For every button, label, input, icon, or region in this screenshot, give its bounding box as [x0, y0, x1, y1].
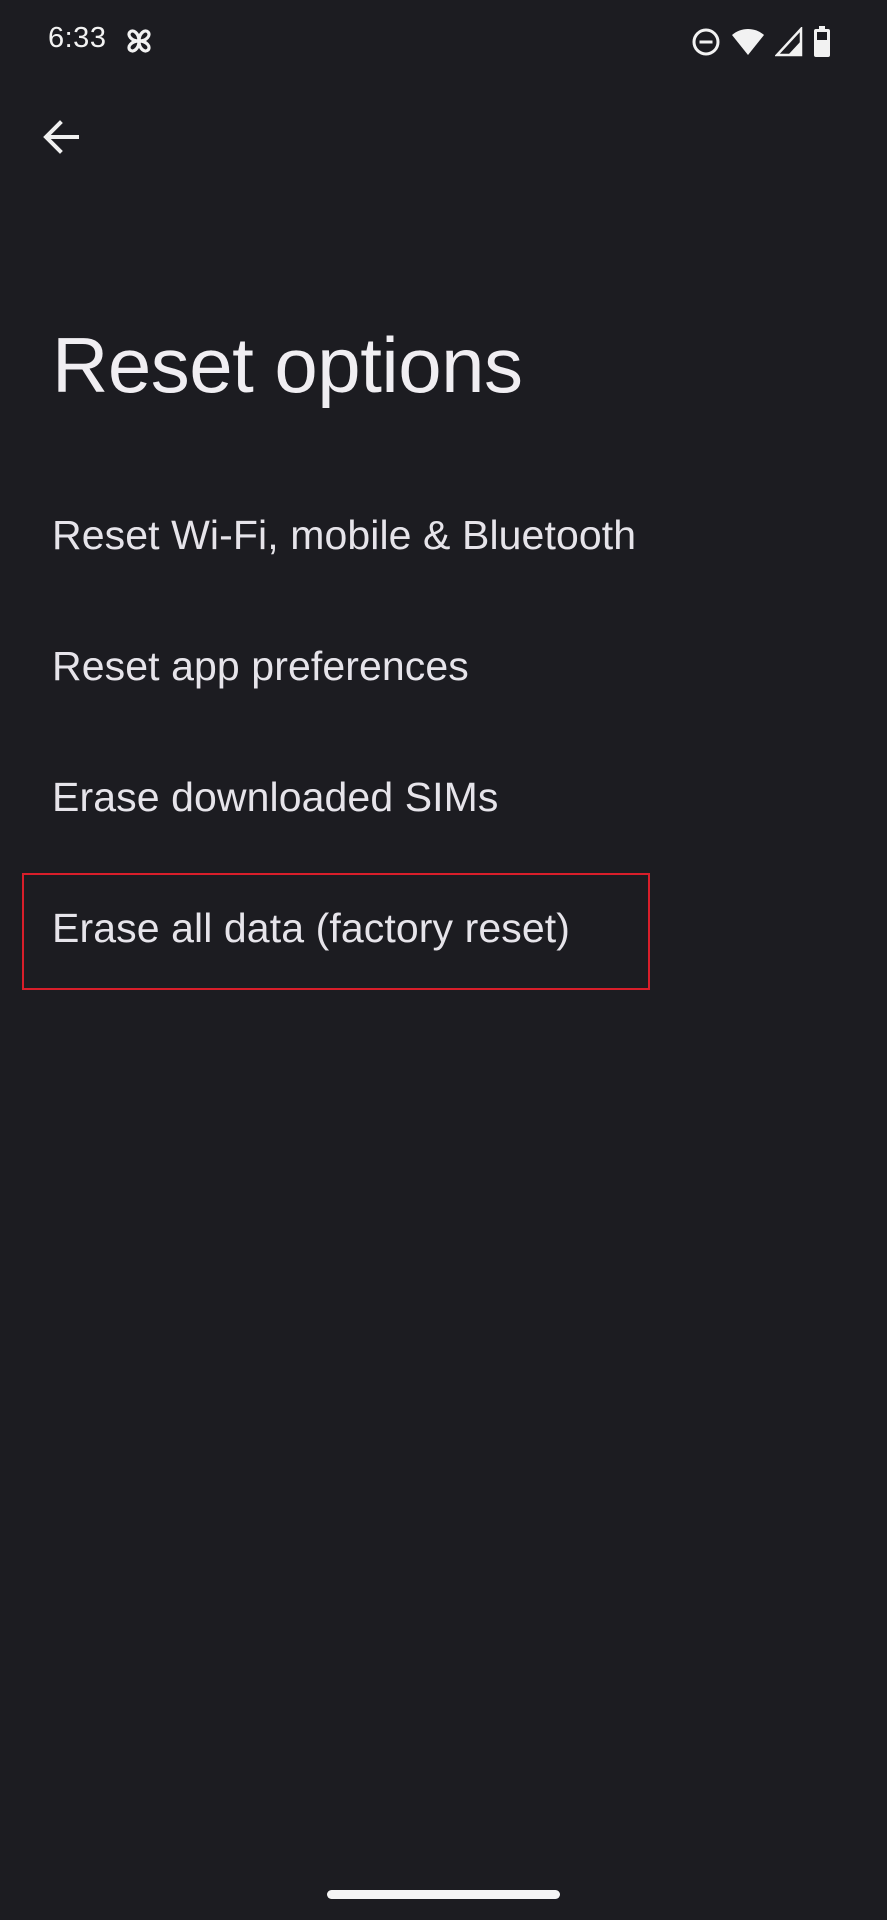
erase-downloaded-sims-option[interactable]: Erase downloaded SIMs: [0, 732, 887, 863]
pinwheel-icon: [122, 24, 156, 58]
option-label: Reset Wi-Fi, mobile & Bluetooth: [52, 512, 637, 558]
cellular-signal-icon: [775, 27, 803, 57]
status-time: 6:33: [48, 22, 107, 54]
wifi-icon: [731, 27, 765, 57]
option-label: Reset app preferences: [52, 643, 469, 689]
back-button[interactable]: [30, 108, 92, 170]
do-not-disturb-icon: [691, 27, 721, 57]
reset-app-preferences-option[interactable]: Reset app preferences: [0, 601, 887, 732]
status-icons: [691, 24, 831, 60]
option-label: Erase all data (factory reset): [52, 905, 570, 951]
status-bar: 6:33: [0, 0, 887, 84]
gesture-navigation-handle[interactable]: [327, 1890, 560, 1899]
factory-reset-option[interactable]: Erase all data (factory reset): [0, 863, 887, 994]
back-arrow-icon: [41, 119, 81, 160]
page-title: Reset options: [52, 321, 523, 409]
reset-network-option[interactable]: Reset Wi-Fi, mobile & Bluetooth: [0, 470, 887, 601]
battery-icon: [813, 26, 831, 58]
reset-options-list: Reset Wi-Fi, mobile & Bluetooth Reset ap…: [0, 470, 887, 994]
option-label: Erase downloaded SIMs: [52, 774, 499, 820]
